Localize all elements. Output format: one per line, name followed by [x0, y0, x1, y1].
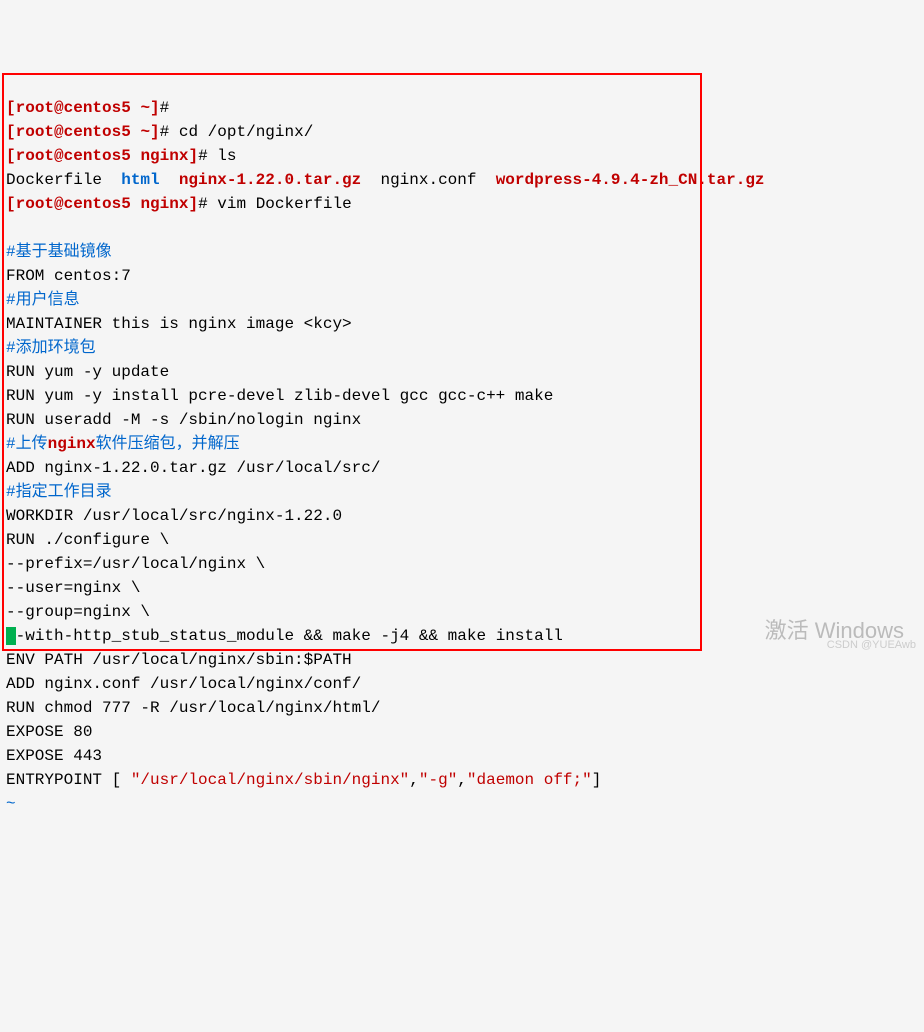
run-configure: RUN ./configure \: [6, 531, 169, 549]
cmd-ls: ls: [217, 147, 236, 165]
add-tar: ADD nginx-1.22.0.tar.gz /usr/local/src/: [6, 459, 380, 477]
group-line: --group=nginx \: [6, 603, 150, 621]
comment-env-pkg: #添加环境包: [6, 339, 96, 357]
env-line: ENV PATH /usr/local/nginx/sbin:$PATH: [6, 651, 352, 669]
vim-tilde: ~: [6, 795, 16, 813]
prompt-line-4: [root@centos5 nginx]#: [6, 195, 208, 213]
with-module-line: --with-http_stub_status_module && make -…: [6, 627, 563, 645]
file-html: html: [121, 171, 159, 189]
run-install: RUN yum -y install pcre-devel zlib-devel…: [6, 387, 553, 405]
run-useradd: RUN useradd -M -s /sbin/nologin nginx: [6, 411, 361, 429]
cmd-cd: cd /opt/nginx/: [179, 123, 313, 141]
expose-443: EXPOSE 443: [6, 747, 102, 765]
file-wordpress-tar: wordpress-4.9.4-zh_CN.tar.gz: [496, 171, 765, 189]
prompt-line-1: [root@centos5 ~]#: [6, 99, 169, 117]
run-update: RUN yum -y update: [6, 363, 169, 381]
file-nginx-conf: nginx.conf: [380, 171, 476, 189]
comment-workdir: #指定工作目录: [6, 483, 112, 501]
cursor: -: [6, 627, 16, 645]
expose-80: EXPOSE 80: [6, 723, 92, 741]
prompt-line-2: [root@centos5 ~]#: [6, 123, 169, 141]
entrypoint-line: ENTRYPOINT [ "/usr/local/nginx/sbin/ngin…: [6, 771, 601, 789]
comment-base-image: #基于基础镜像: [6, 243, 112, 261]
user-line: --user=nginx \: [6, 579, 140, 597]
csdn-watermark: CSDN @YUEAwb: [827, 637, 916, 654]
prompt-line-3: [root@centos5 nginx]#: [6, 147, 208, 165]
ls-output-line: Dockerfile html nginx-1.22.0.tar.gz ngin…: [6, 171, 765, 189]
from-line: FROM centos:7: [6, 267, 131, 285]
prefix-line: --prefix=/usr/local/nginx \: [6, 555, 265, 573]
file-nginx-tar: nginx-1.22.0.tar.gz: [179, 171, 361, 189]
maintainer-line: MAINTAINER this is nginx image <kcy>: [6, 315, 352, 333]
workdir-line: WORKDIR /usr/local/src/nginx-1.22.0: [6, 507, 342, 525]
run-chmod: RUN chmod 777 -R /usr/local/nginx/html/: [6, 699, 380, 717]
terminal[interactable]: [root@centos5 ~]# [root@centos5 ~]# cd /…: [0, 72, 924, 816]
comment-user-info: #用户信息: [6, 291, 80, 309]
comment-upload: #上传nginx软件压缩包，并解压: [6, 435, 240, 453]
cmd-vim: vim Dockerfile: [217, 195, 351, 213]
add-conf: ADD nginx.conf /usr/local/nginx/conf/: [6, 675, 361, 693]
file-dockerfile: Dockerfile: [6, 171, 102, 189]
